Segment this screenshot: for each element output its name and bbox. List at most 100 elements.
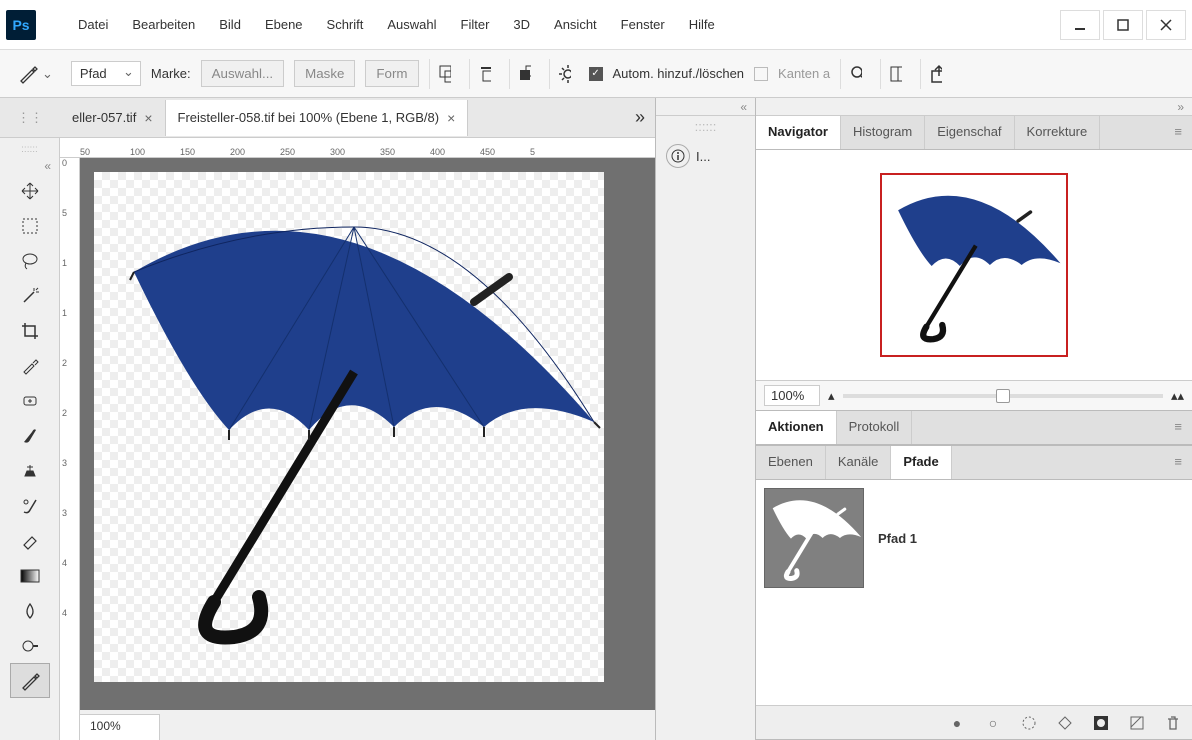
auto-add-checkbox[interactable]: ✓	[589, 67, 603, 81]
tools-panel: :::::: «	[0, 138, 60, 740]
title-bar: Ps Datei Bearbeiten Bild Ebene Schrift A…	[0, 0, 1192, 50]
window-controls	[1057, 10, 1186, 40]
document-tabs: ⋮⋮ eller-057.tif × Freisteller-058.tif b…	[0, 98, 655, 138]
pen-tool[interactable]	[10, 663, 50, 698]
tab-adjustments[interactable]: Korrekture	[1015, 116, 1101, 149]
eyedropper-tool[interactable]	[10, 348, 50, 383]
menu-bar: Datei Bearbeiten Bild Ebene Schrift Ausw…	[66, 11, 727, 38]
collapsed-panel-strip: « :::::: I...	[656, 98, 756, 740]
navigator-preview[interactable]	[756, 150, 1192, 380]
tab-properties[interactable]: Eigenschaf	[925, 116, 1014, 149]
zoom-slider-thumb[interactable]	[996, 389, 1010, 403]
new-path-icon[interactable]	[1128, 714, 1146, 732]
menu-fenster[interactable]: Fenster	[609, 11, 677, 38]
document-canvas[interactable]	[94, 172, 604, 682]
tab-title: eller-057.tif	[72, 110, 136, 125]
navigator-panel: Navigator Histogram Eigenschaf Korrektur…	[756, 116, 1192, 411]
path-row[interactable]: Pfad 1	[764, 488, 1184, 588]
menu-ansicht[interactable]: Ansicht	[542, 11, 609, 38]
blur-tool[interactable]	[10, 593, 50, 628]
document-tab-2[interactable]: Freisteller-058.tif bei 100% (Ebene 1, R…	[166, 100, 469, 136]
panel-grip-icon[interactable]: ::::::	[656, 116, 755, 136]
tab-pfade[interactable]: Pfade	[891, 446, 951, 479]
collapse-right-icon[interactable]: »	[1177, 100, 1184, 114]
zoom-in-icon[interactable]: ▴▴	[1171, 388, 1184, 404]
menu-3d[interactable]: 3D	[501, 11, 542, 38]
brush-tool[interactable]	[10, 418, 50, 453]
status-zoom[interactable]: 100%	[80, 714, 160, 740]
stroke-path-icon[interactable]: ○	[984, 714, 1002, 732]
tab-aktionen[interactable]: Aktionen	[756, 411, 837, 444]
tab-ebenen[interactable]: Ebenen	[756, 446, 826, 479]
path-operations-icon[interactable]	[429, 59, 459, 89]
navigator-thumbnail[interactable]	[880, 173, 1068, 357]
menu-auswahl[interactable]: Auswahl	[375, 11, 448, 38]
crop-tool[interactable]	[10, 313, 50, 348]
collapse-left-icon[interactable]: «	[740, 100, 747, 114]
panel-menu-icon[interactable]: ≡	[1164, 446, 1192, 479]
tab-navigator[interactable]: Navigator	[756, 116, 841, 149]
menu-ebene[interactable]: Ebene	[253, 11, 315, 38]
gradient-tool[interactable]	[10, 558, 50, 593]
share-icon[interactable]	[920, 59, 950, 89]
panel-menu-icon[interactable]: ≡	[1164, 116, 1192, 149]
path-name[interactable]: Pfad 1	[878, 531, 917, 546]
path-to-selection-icon[interactable]	[1020, 714, 1038, 732]
path-align-icon[interactable]	[469, 59, 499, 89]
panel-menu-icon[interactable]: ≡	[1164, 411, 1192, 444]
magic-wand-tool[interactable]	[10, 278, 50, 313]
tab-histogram[interactable]: Histogram	[841, 116, 925, 149]
close-tab-icon[interactable]: ×	[144, 110, 152, 126]
move-tool[interactable]	[10, 173, 50, 208]
menu-hilfe[interactable]: Hilfe	[677, 11, 727, 38]
tab-grip-icon[interactable]: ⋮⋮	[0, 110, 60, 126]
close-button[interactable]	[1146, 10, 1186, 40]
active-tool-indicator[interactable]: ⌄	[10, 60, 61, 88]
tab-title: Freisteller-058.tif bei 100% (Ebene 1, R…	[178, 110, 440, 125]
fill-path-icon[interactable]: ●	[948, 714, 966, 732]
menu-schrift[interactable]: Schrift	[315, 11, 376, 38]
pen-mode-select[interactable]: Pfad	[71, 61, 141, 86]
ruler-vertical[interactable]: 0511223344	[60, 158, 80, 740]
menu-bearbeiten[interactable]: Bearbeiten	[120, 11, 207, 38]
tab-kanaele[interactable]: Kanäle	[826, 446, 891, 479]
zoom-out-icon[interactable]: ▴	[828, 388, 835, 404]
selection-to-path-icon[interactable]	[1056, 714, 1074, 732]
clone-stamp-tool[interactable]	[10, 453, 50, 488]
path-arrange-icon[interactable]	[509, 59, 539, 89]
info-panel-label: I...	[696, 149, 710, 164]
menu-filter[interactable]: Filter	[449, 11, 502, 38]
zoom-slider[interactable]	[843, 394, 1163, 398]
make-mask-button[interactable]: Maske	[294, 60, 355, 87]
add-mask-icon[interactable]	[1092, 714, 1110, 732]
minimize-button[interactable]	[1060, 10, 1100, 40]
document-viewport[interactable]	[80, 158, 655, 710]
eraser-tool[interactable]	[10, 523, 50, 558]
lasso-tool[interactable]	[10, 243, 50, 278]
make-selection-button[interactable]: Auswahl...	[201, 60, 285, 87]
ruler-horizontal[interactable]: 501001502002503003504004505	[60, 138, 655, 158]
info-panel-collapsed[interactable]: I...	[656, 136, 755, 176]
menu-datei[interactable]: Datei	[66, 11, 120, 38]
make-shape-button[interactable]: Form	[365, 60, 418, 87]
close-tab-icon[interactable]: ×	[447, 110, 455, 126]
gear-icon[interactable]	[549, 59, 579, 89]
history-brush-tool[interactable]	[10, 488, 50, 523]
toolbar-collapse-icon[interactable]: «	[44, 159, 51, 173]
edges-checkbox[interactable]	[754, 67, 768, 81]
maximize-button[interactable]	[1103, 10, 1143, 40]
dodge-tool[interactable]	[10, 628, 50, 663]
document-tab-1[interactable]: eller-057.tif ×	[60, 100, 166, 136]
search-icon[interactable]	[840, 59, 870, 89]
toolbar-grip-icon[interactable]: ::::::	[21, 144, 38, 155]
healing-brush-tool[interactable]	[10, 383, 50, 418]
info-icon	[666, 144, 690, 168]
quickshare-icon[interactable]	[880, 59, 910, 89]
delete-path-icon[interactable]	[1164, 714, 1182, 732]
tab-protokoll[interactable]: Protokoll	[837, 411, 913, 444]
path-thumbnail[interactable]	[764, 488, 864, 588]
menu-bild[interactable]: Bild	[207, 11, 253, 38]
marquee-tool[interactable]	[10, 208, 50, 243]
navigator-zoom-input[interactable]: 100%	[764, 385, 820, 406]
tabs-overflow-icon[interactable]: »	[625, 107, 655, 128]
